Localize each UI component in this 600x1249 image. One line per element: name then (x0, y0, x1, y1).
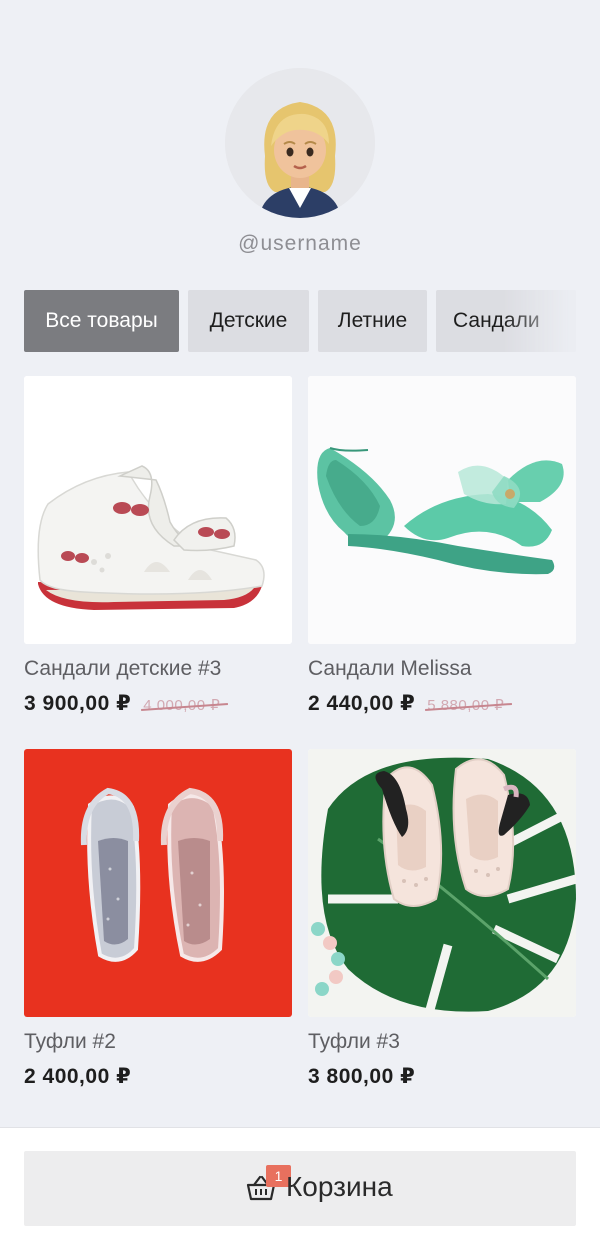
tab-sandals[interactable]: Сандали (436, 290, 576, 352)
white-kids-sandal-image (24, 376, 292, 644)
product-image[interactable] (308, 749, 576, 1017)
product-name[interactable]: Сандали детские #3 (24, 657, 292, 681)
product-image[interactable] (308, 376, 576, 644)
product-old-price: 5 880,00 ₽ (427, 697, 505, 714)
product-image[interactable] (24, 376, 292, 644)
product-image[interactable] (24, 749, 292, 1017)
tab-summer[interactable]: Летние (318, 290, 427, 352)
tab-all-products[interactable]: Все товары (24, 290, 179, 352)
product-name[interactable]: Туфли #2 (24, 1030, 292, 1054)
cart-button[interactable]: 1 Корзина (24, 1151, 576, 1226)
product-card[interactable]: Сандали детские #3 3 900,00 ₽ 4 000,00 ₽ (24, 376, 292, 716)
woman-emoji-avatar (225, 68, 375, 218)
cart-label: Корзина (286, 1171, 393, 1202)
tab-kids[interactable]: Детские (188, 290, 309, 352)
mint-melissa-sandal-image (308, 376, 576, 644)
product-card[interactable]: Сандали Melissa 2 440,00 ₽ 5 880,00 ₽ (308, 376, 576, 716)
username: @username (238, 232, 362, 255)
product-name[interactable]: Туфли #3 (308, 1030, 576, 1054)
product-price: 2 440,00 ₽ (308, 692, 416, 715)
product-name[interactable]: Сандали Melissa (308, 657, 576, 681)
category-tabs[interactable]: Все товары Детские Летние Сандали (24, 290, 600, 352)
product-card[interactable]: Туфли #3 3 800,00 ₽ (308, 749, 576, 1089)
footer-bar: 1 Корзина (0, 1127, 600, 1249)
product-price: 2 400,00 ₽ (24, 1065, 132, 1088)
white-shoes-on-leaf-image (308, 749, 576, 1017)
product-old-price: 4 000,00 ₽ (143, 697, 221, 714)
product-price: 3 800,00 ₽ (308, 1065, 416, 1088)
product-card[interactable]: Туфли #2 2 400,00 ₽ (24, 749, 292, 1089)
avatar[interactable] (225, 68, 375, 218)
product-price: 3 900,00 ₽ (24, 692, 132, 715)
glitter-sandals-image (24, 749, 292, 1017)
